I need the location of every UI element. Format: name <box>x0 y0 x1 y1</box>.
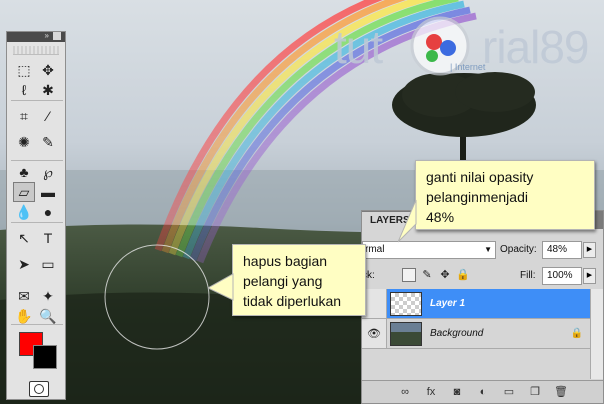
opacity-slider-arrow-icon[interactable]: ▶ <box>583 242 596 258</box>
lock-transparent-pixels-icon[interactable] <box>402 268 416 282</box>
direct-selection-tool-icon[interactable]: ➤ <box>13 254 35 274</box>
quick-mask-button[interactable] <box>29 381 49 397</box>
eyedropper-tool-icon[interactable]: ⁄ <box>37 106 59 126</box>
layer-thumbnail <box>390 322 422 346</box>
gradient-tool-icon[interactable]: ▬ <box>37 182 59 202</box>
dodge-tool-icon[interactable]: ● <box>37 202 59 222</box>
healing-brush-tool-icon[interactable]: ✺ <box>13 132 35 152</box>
link-icon[interactable]: ∞ <box>396 384 414 400</box>
callout-line: 48% <box>426 209 455 225</box>
magic-wand-tool-icon[interactable]: ✱ <box>37 80 59 100</box>
chevron-down-icon: ▼ <box>484 245 492 254</box>
callout-pointer <box>208 273 234 301</box>
watermark-logo: tut rial89 | Internet <box>330 14 604 84</box>
layer-row-background[interactable]: 👁 Background 🔒 <box>362 319 591 349</box>
new-layer-icon[interactable]: ❐ <box>526 384 544 400</box>
lock-position-icon[interactable]: ✥ <box>438 268 452 282</box>
marquee-tool-icon[interactable]: ⬚ <box>13 60 35 80</box>
divider <box>11 160 63 161</box>
watermark-text-right: rial89 <box>482 21 590 73</box>
opacity-callout: ganti nilai opasity pelanginmenjadi 48% <box>415 160 595 230</box>
opacity-input[interactable]: 48% <box>542 241 582 259</box>
fill-input[interactable]: 100% <box>542 267 582 285</box>
brush-tool-icon[interactable]: ✎ <box>37 132 59 152</box>
callout-pointer <box>398 199 417 243</box>
layer-thumbnail <box>390 292 422 316</box>
fx-icon[interactable]: fx <box>422 384 440 400</box>
divider <box>11 324 63 325</box>
path-selection-tool-icon[interactable]: ↖ <box>13 228 35 248</box>
hand-tool-icon[interactable]: ✋ <box>13 306 35 326</box>
background-color-swatch[interactable] <box>33 345 57 369</box>
fill-slider-arrow-icon[interactable]: ▶ <box>583 268 596 284</box>
blend-mode-value: rmal <box>365 244 385 255</box>
close-icon[interactable] <box>53 32 61 40</box>
lock-image-pixels-icon[interactable]: ✎ <box>420 268 434 282</box>
zoom-tool-icon[interactable]: 🔍 <box>37 306 59 326</box>
tools-panel-grip[interactable] <box>13 46 59 55</box>
opacity-label: Opacity: <box>500 244 537 255</box>
divider <box>11 222 63 223</box>
divider <box>11 100 63 101</box>
blend-mode-select[interactable]: rmal ▼ <box>362 241 496 259</box>
fill-label: Fill: <box>520 270 536 281</box>
lasso-tool-icon[interactable]: ℓ <box>13 80 35 100</box>
eraser-tool-icon[interactable]: ▱ <box>13 182 35 202</box>
crop-tool-icon[interactable]: ⌗ <box>13 106 35 126</box>
erase-callout: hapus bagian pelangi yang tidak diperluk… <box>232 244 366 316</box>
trash-icon[interactable]: 🗑 <box>552 384 570 400</box>
notes-tool-icon[interactable]: ✉ <box>13 286 35 306</box>
type-tool-icon[interactable]: T <box>37 228 59 248</box>
move-tool-icon[interactable]: ✥ <box>37 60 59 80</box>
blur-tool-icon[interactable]: 💧 <box>13 202 35 222</box>
lock-all-icon[interactable]: 🔒 <box>456 268 470 282</box>
shape-tool-icon[interactable]: ▭ <box>37 254 59 274</box>
callout-line: hapus bagian <box>243 253 328 269</box>
mask-icon[interactable]: ◙ <box>448 384 466 400</box>
lock-fill-row: ck: ✎ ✥ 🔒 Fill: 100% ▶ <box>362 267 603 287</box>
adjustment-icon[interactable]: ◐ <box>474 384 492 400</box>
tools-panel-titlebar[interactable]: » <box>7 31 65 42</box>
tools-panel: » ⬚ ✥ ℓ ✱ ⌗ ⁄ ✺ ✎ ♣ ℘ ▱ ▬ 💧 ● ↖ T ➤ ▭ ✉ ✦ ✋ 🔍 <box>6 31 66 400</box>
double-arrow-icon[interactable]: » <box>45 31 49 40</box>
layers-panel-footer: ∞ fx ◙ ◐ ▭ ❐ 🗑 <box>362 380 603 403</box>
lock-icon: 🔒 <box>570 328 583 339</box>
layer-row-layer-1[interactable]: Layer 1 <box>362 289 591 319</box>
watermark-subtitle: | Internet <box>450 62 486 72</box>
callout-line: ganti nilai opasity <box>426 169 534 185</box>
eye-icon[interactable]: 👁 <box>366 326 382 342</box>
watermark-text-left: tut <box>334 21 383 73</box>
folder-icon[interactable]: ▭ <box>500 384 518 400</box>
callout-line: tidak diperlukan <box>243 293 342 309</box>
clone-stamp-tool-icon[interactable]: ♣ <box>13 162 35 182</box>
layer-name: Background <box>430 328 484 339</box>
callout-line: pelangi yang <box>243 273 323 289</box>
history-brush-tool-icon[interactable]: ℘ <box>37 162 59 182</box>
callout-line: pelanginmenjadi <box>426 189 528 205</box>
layers-scrollbar[interactable] <box>590 289 603 379</box>
visibility-cell[interactable]: 👁 <box>362 319 387 348</box>
layer-name: Layer 1 <box>430 298 466 309</box>
measure-tool-icon[interactable]: ✦ <box>37 286 59 306</box>
